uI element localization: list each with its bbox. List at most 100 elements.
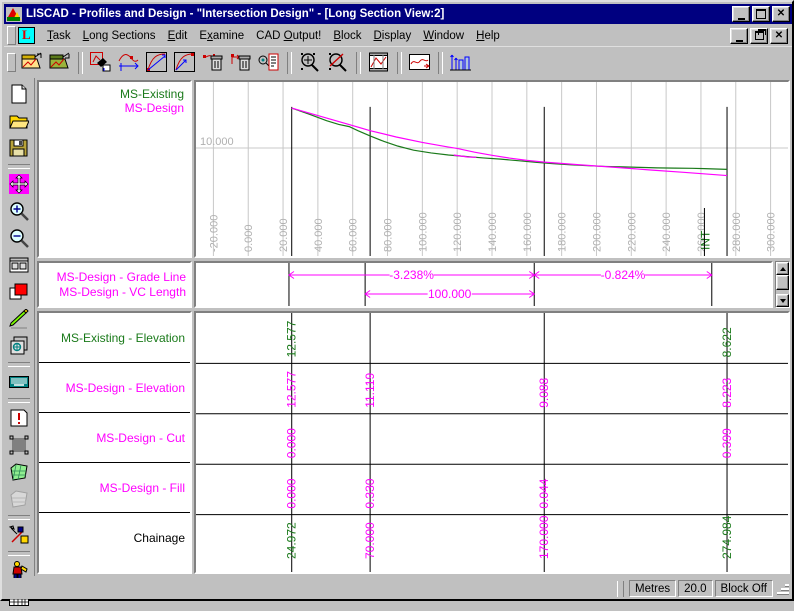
fit-view-icon[interactable] — [366, 50, 392, 75]
profile-plot: 10.000 -20.000 0.000 20.000 40.000 60.000 80.0… — [196, 82, 788, 256]
document-icon[interactable] — [18, 27, 35, 44]
menu-long-sections[interactable]: Long Sections — [77, 28, 162, 44]
toolbar-separator — [78, 51, 83, 74]
grade-line-panel: MS-Design - Grade Line MS-Design - VC Le… — [37, 261, 790, 308]
scroll-down-button[interactable] — [776, 294, 789, 307]
child-minimize-button[interactable] — [730, 27, 748, 44]
menu-examine[interactable]: Examine — [193, 28, 250, 44]
svg-text:120.000: 120.000 — [452, 212, 464, 252]
svg-text:100.000: 100.000 — [417, 212, 429, 252]
menu-block[interactable]: Block — [327, 28, 367, 44]
child-restore-button[interactable] — [750, 27, 768, 44]
svg-text:274.984: 274.984 — [720, 515, 734, 559]
toolbar-separator — [8, 362, 30, 367]
window-title: LISCAD - Profiles and Design - "Intersec… — [26, 8, 445, 20]
zoom-in-magnifier-icon[interactable] — [6, 198, 32, 224]
warning-icon[interactable] — [6, 405, 32, 431]
delete-point-icon[interactable] — [200, 50, 226, 75]
window-controls: ✕ — [732, 6, 790, 22]
child-close-button[interactable]: ✕ — [770, 27, 788, 44]
save-disk-icon[interactable] — [6, 135, 32, 161]
cross-section-icon[interactable] — [448, 50, 474, 75]
profile-graph-panel: MS-Existing MS-Design 10.000 -20.000 0.000… — [37, 80, 790, 258]
main-toolbar — [4, 46, 792, 78]
pan-move-icon[interactable] — [6, 171, 32, 197]
vc-length-label: MS-Design - VC Length — [59, 284, 186, 299]
menu-window[interactable]: Window — [417, 28, 470, 44]
zoom-out-icon[interactable] — [325, 50, 351, 75]
svg-text:300.000: 300.000 — [766, 212, 778, 252]
edit-grade-icon[interactable] — [88, 50, 114, 75]
open-profile-icon[interactable] — [19, 50, 45, 75]
svg-text:-20.000: -20.000 — [208, 215, 220, 252]
toolbar-grip[interactable] — [7, 53, 16, 72]
menu-task[interactable]: Task — [41, 28, 77, 44]
svg-text:220.000: 220.000 — [626, 212, 638, 252]
svg-text:8.223: 8.223 — [720, 377, 734, 407]
statusbar-grip — [617, 580, 624, 597]
svg-text:240.000: 240.000 — [661, 212, 673, 252]
graph-legend: MS-Existing MS-Design — [120, 87, 184, 115]
save-profile-icon[interactable] — [47, 50, 73, 75]
application-window: LISCAD - Profiles and Design - "Intersec… — [0, 0, 794, 606]
grade-line-diagram[interactable]: -3.238% -0.824% 100.000 — [194, 261, 773, 308]
delete-grade-icon[interactable] — [228, 50, 254, 75]
scroll-up-button[interactable] — [776, 262, 789, 275]
surface-disabled-icon — [6, 486, 32, 512]
colour-icon[interactable] — [6, 279, 32, 305]
svg-text:0.000: 0.000 — [285, 428, 299, 458]
svg-text:170.000: 170.000 — [537, 515, 551, 559]
new-file-icon[interactable] — [6, 81, 32, 107]
menubar-grip[interactable] — [7, 26, 16, 45]
layers-icon[interactable] — [6, 333, 32, 359]
surface-icon[interactable] — [6, 459, 32, 485]
open-folder-icon[interactable] — [6, 108, 32, 134]
table-row-labels: MS-Existing - Elevation MS-Design - Eleva… — [37, 311, 192, 574]
svg-text:10.000: 10.000 — [200, 136, 234, 148]
svg-text:-3.238%: -3.238% — [389, 268, 434, 282]
svg-text:11.119: 11.119 — [363, 373, 377, 408]
menu-display[interactable]: Display — [367, 28, 417, 44]
scroll-thumb[interactable] — [776, 275, 789, 290]
insert-vertical-curve-icon[interactable] — [144, 50, 170, 75]
legend-ms-design: MS-Design — [124, 101, 184, 115]
svg-text:160.000: 160.000 — [522, 212, 534, 252]
menu-cad-output[interactable]: CAD Output! — [250, 28, 327, 44]
close-button[interactable]: ✕ — [772, 6, 790, 22]
tools-icon[interactable] — [6, 522, 32, 548]
resize-grip[interactable] — [776, 582, 790, 596]
svg-text:0.044: 0.044 — [537, 478, 551, 508]
pencil-edit-icon[interactable] — [6, 306, 32, 332]
svg-text:8.622: 8.622 — [720, 327, 734, 357]
svg-text:140.000: 140.000 — [487, 212, 499, 252]
svg-text:24.972: 24.972 — [285, 522, 299, 559]
menu-edit[interactable]: Edit — [162, 28, 194, 44]
select-region-icon[interactable] — [6, 432, 32, 458]
zoom-in-icon[interactable] — [297, 50, 323, 75]
svg-text:12.577: 12.577 — [285, 371, 299, 408]
report-icon[interactable] — [256, 50, 282, 75]
zoom-out-magnifier-icon[interactable] — [6, 225, 32, 251]
grade-line-labels: MS-Design - Grade Line MS-Design - VC Le… — [37, 261, 192, 308]
toolbar-separator — [356, 51, 361, 74]
graph-plot-area[interactable]: 10.000 -20.000 0.000 20.000 40.000 60.000 80.0… — [194, 80, 790, 258]
svg-text:9.088: 9.088 — [537, 377, 551, 407]
modify-curve-icon[interactable] — [172, 50, 198, 75]
side-toolbar — [4, 78, 35, 606]
svg-text:INT: INT — [698, 230, 712, 250]
maximize-button[interactable] — [752, 6, 770, 22]
profile-display-icon[interactable] — [407, 50, 433, 75]
insert-grade-line-icon[interactable] — [116, 50, 142, 75]
grade-panel-scrollbar[interactable] — [775, 261, 790, 308]
svg-text:200.000: 200.000 — [591, 212, 603, 252]
table-row-label-1: MS-Design - Elevation — [39, 363, 190, 413]
minimize-button[interactable] — [732, 6, 750, 22]
keyboard-entry-icon[interactable] — [6, 369, 32, 395]
menu-help[interactable]: Help — [470, 28, 506, 44]
table-values-area[interactable]: 12.577 8.622 12.577 11.119 9.088 8.223 0.000 0.… — [194, 311, 790, 574]
svg-text:80.000: 80.000 — [383, 218, 395, 252]
status-block: Block Off — [714, 580, 773, 597]
svg-text:0.000: 0.000 — [243, 224, 255, 252]
window-view-icon[interactable] — [6, 252, 32, 278]
menu-bar: Task Long Sections Edit Examine CAD Outp… — [4, 25, 792, 46]
